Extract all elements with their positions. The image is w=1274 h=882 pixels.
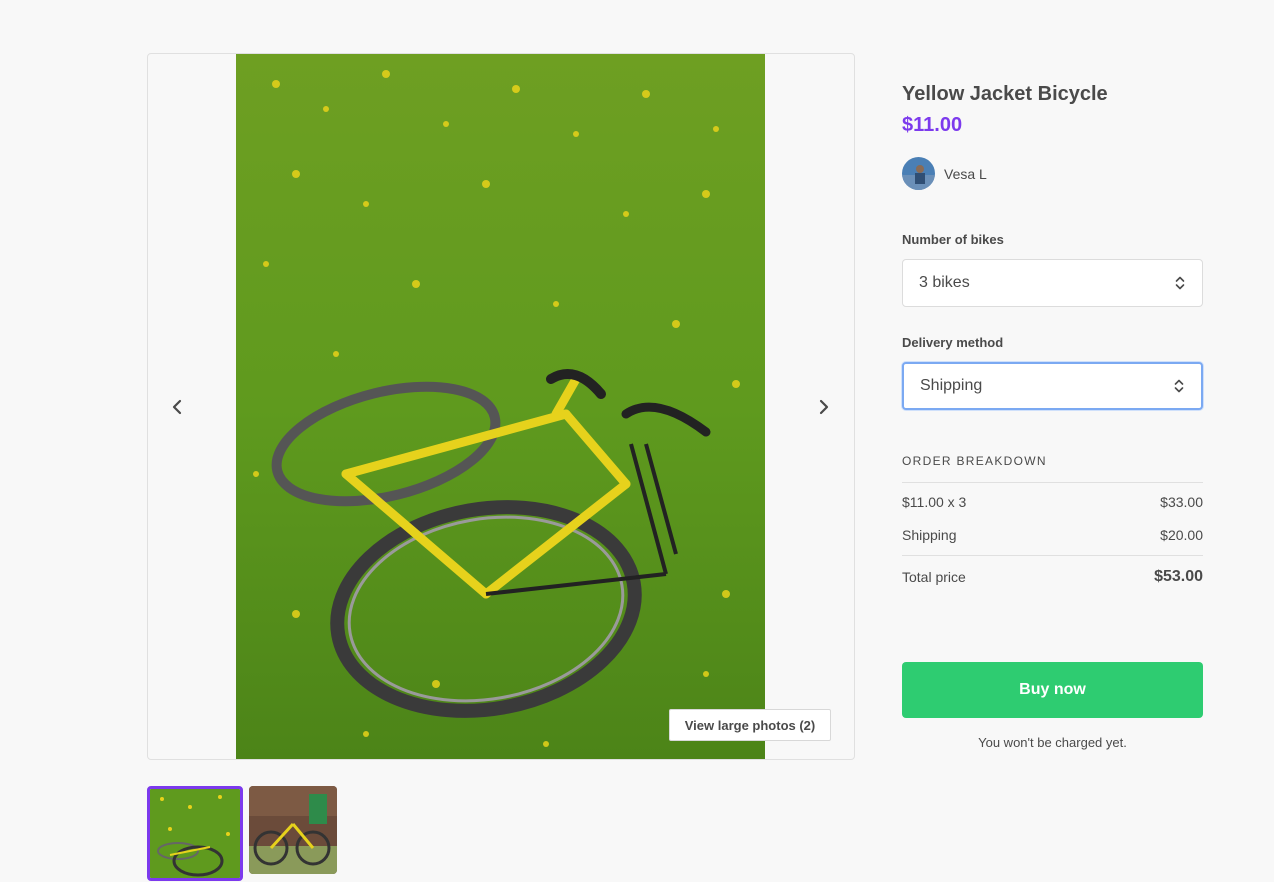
thumbnail-1[interactable] xyxy=(147,786,243,881)
buy-now-button[interactable]: Buy now xyxy=(902,662,1203,718)
next-photo-button[interactable] xyxy=(809,392,839,422)
divider xyxy=(902,482,1203,483)
thumbnail-strip xyxy=(147,786,337,881)
thumbnail-2[interactable] xyxy=(249,786,337,874)
view-large-photos-button[interactable]: View large photos (2) xyxy=(669,709,831,741)
line-item-label: $11.00 x 3 xyxy=(902,494,967,510)
line-item-row: $11.00 x 3 $33.00 xyxy=(902,494,1203,510)
chevron-up-down-icon xyxy=(1175,276,1185,290)
chevron-up-down-icon xyxy=(1174,379,1184,393)
charge-note: You won't be charged yet. xyxy=(978,735,1127,750)
total-value: $53.00 xyxy=(1154,568,1203,585)
shipping-value: $20.00 xyxy=(1160,527,1203,543)
total-label: Total price xyxy=(902,569,966,585)
order-breakdown-heading: ORDER BREAKDOWN xyxy=(902,454,1047,468)
main-product-photo[interactable] xyxy=(236,54,765,759)
line-item-value: $33.00 xyxy=(1160,494,1203,510)
chevron-right-icon xyxy=(819,399,829,415)
avatar[interactable] xyxy=(902,157,935,190)
quantity-select[interactable]: 3 bikes xyxy=(902,259,1203,307)
delivery-method-label: Delivery method xyxy=(902,335,1004,350)
author-name[interactable]: Vesa L xyxy=(944,166,987,182)
shipping-row: Shipping $20.00 xyxy=(902,527,1203,543)
listing-title: Yellow Jacket Bicycle xyxy=(902,83,1108,105)
chevron-left-icon xyxy=(172,399,182,415)
shipping-label: Shipping xyxy=(902,527,957,543)
divider xyxy=(902,555,1203,556)
delivery-selected-value: Shipping xyxy=(920,377,983,394)
author-info[interactable]: Vesa L xyxy=(902,157,1203,190)
listing-price: $11.00 xyxy=(902,114,963,136)
delivery-method-select[interactable]: Shipping xyxy=(902,362,1203,410)
previous-photo-button[interactable] xyxy=(162,392,192,422)
quantity-label: Number of bikes xyxy=(902,232,1004,247)
total-row: Total price $53.00 xyxy=(902,568,1203,586)
order-panel: Yellow Jacket Bicycle $11.00 Vesa L Numb… xyxy=(902,80,1203,586)
image-carousel: View large photos (2) xyxy=(147,53,855,760)
quantity-selected-value: 3 bikes xyxy=(919,274,970,291)
